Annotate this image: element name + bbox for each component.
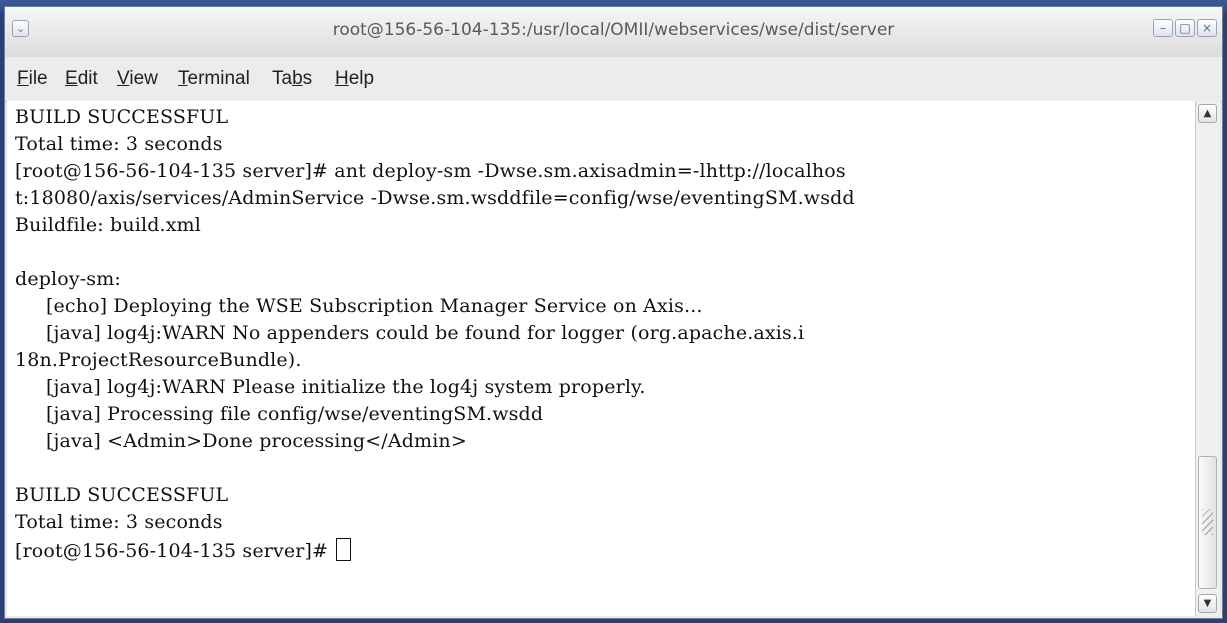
menu-edit[interactable]: Edit [65,68,98,90]
terminal-prompt-line[interactable]: [root@156-56-104-135 server]# [15,538,352,562]
text-cursor [336,538,352,561]
terminal-line: [java] log4j:WARN Please initialize the … [15,376,646,398]
terminal-line: Total time: 3 seconds [15,133,223,155]
terminal-line: [java] <Admin>Done processing</Admin> [15,430,467,452]
shell-prompt: [root@156-56-104-135 server]# [15,540,335,562]
menu-help[interactable]: Help [335,68,374,90]
terminal-line: Total time: 3 seconds [15,511,223,533]
vertical-scrollbar[interactable]: ▲ ▼ [1195,101,1220,616]
terminal-line: t:18080/axis/services/AdminService -Dwse… [15,187,855,209]
title-bar[interactable]: ⌄ root@156-56-104-135:/usr/local/OMII/we… [5,7,1222,58]
terminal-line: Buildfile: build.xml [15,214,201,236]
scrollbar-thumb[interactable] [1198,456,1217,589]
menu-bar: File Edit View Terminal Tabs Help [5,57,1222,102]
menu-view[interactable]: View [117,68,158,90]
terminal-line: deploy-sm: [15,268,121,290]
menu-file[interactable]: File [17,68,48,90]
window-title: root@156-56-104-135:/usr/local/OMII/webs… [332,20,895,40]
terminal-line: [echo] Deploying the WSE Subscription Ma… [15,295,703,317]
terminal-line: 18n.ProjectResourceBundle). [15,349,302,371]
scroll-down-button[interactable]: ▼ [1198,594,1217,613]
minimize-button[interactable]: – [1153,19,1173,37]
terminal-line: BUILD SUCCESSFUL [15,106,229,128]
close-button[interactable]: × [1197,19,1217,37]
terminal-line: [root@156-56-104-135 server]# ant deploy… [15,160,846,182]
close-icon: × [1201,21,1213,35]
menu-terminal[interactable]: Terminal [178,68,250,90]
grip-icon [1202,509,1213,535]
maximize-icon: □ [1179,21,1191,35]
terminal-line: [java] Processing file config/wse/eventi… [15,403,544,425]
menu-tabs[interactable]: Tabs [272,68,312,90]
terminal-line: [java] log4j:WARN No appenders could be … [15,322,805,344]
terminal-line: BUILD SUCCESSFUL [15,484,229,506]
terminal-output[interactable]: BUILD SUCCESSFUL Total time: 3 seconds [… [7,101,1195,616]
terminal-window: ⌄ root@156-56-104-135:/usr/local/OMII/we… [4,6,1223,619]
minimize-icon: – [1160,21,1166,35]
scroll-up-button[interactable]: ▲ [1198,104,1217,123]
arrow-down-icon: ▼ [1203,598,1212,609]
arrow-up-icon: ▲ [1203,108,1212,119]
maximize-button[interactable]: □ [1175,19,1195,37]
